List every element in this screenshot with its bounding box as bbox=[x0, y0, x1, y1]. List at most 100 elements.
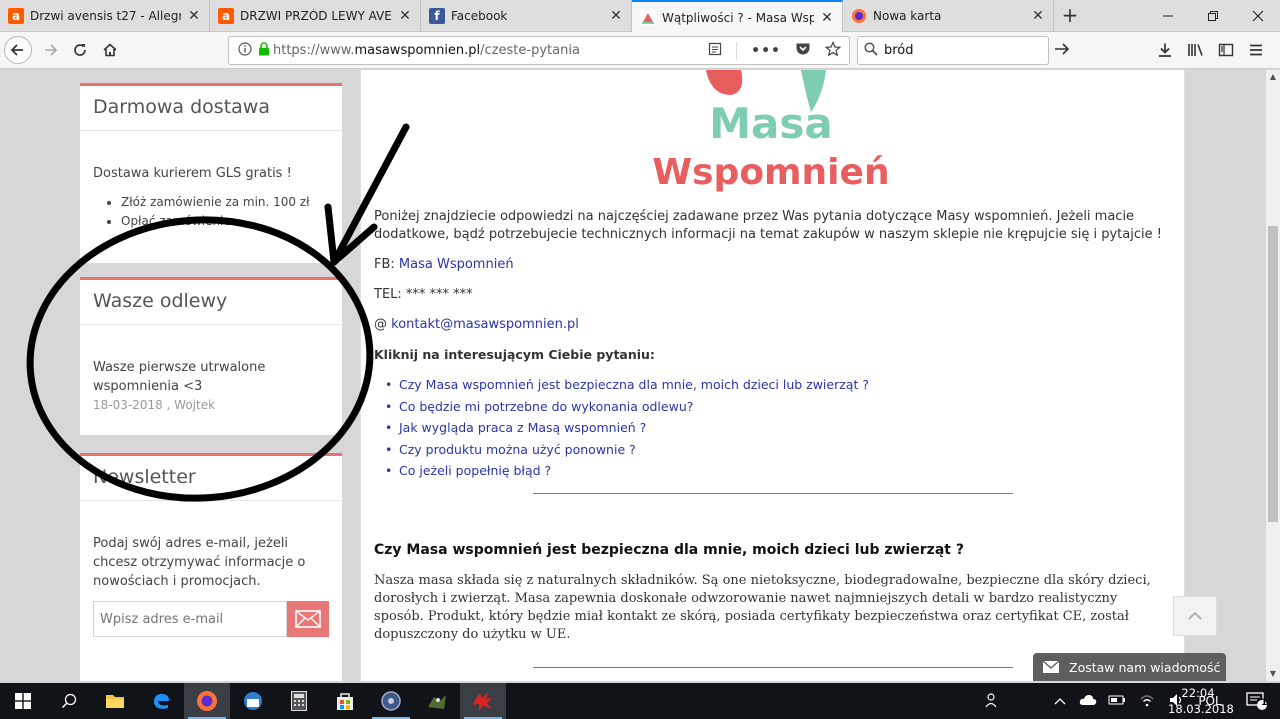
url-bar[interactable]: https://www.masawspomnien.pl/czeste-pyta… bbox=[228, 36, 850, 65]
chevron-up-icon[interactable] bbox=[1046, 694, 1074, 708]
close-icon[interactable]: ✕ bbox=[820, 10, 834, 26]
media-app-button[interactable] bbox=[368, 683, 414, 719]
url-text[interactable]: https://www.masawspomnien.pl/czeste-pyta… bbox=[273, 43, 708, 58]
store-button[interactable] bbox=[322, 683, 368, 719]
scroll-up-arrow-icon[interactable]: ▲ bbox=[1266, 70, 1280, 84]
tab-facebook[interactable]: f Facebook ✕ bbox=[421, 0, 632, 32]
list-item: Złóż zamówienie za min. 100 zł bbox=[121, 193, 329, 212]
bookmark-star-icon[interactable] bbox=[824, 40, 842, 61]
page-actions-icon[interactable]: ••• bbox=[751, 43, 781, 59]
faq-list: Czy Masa wspomnień jest bezpieczna dla m… bbox=[385, 374, 869, 482]
tab-label: Wątpliwości ? - Masa Wspomni bbox=[662, 10, 814, 25]
tab-label: Facebook bbox=[451, 9, 508, 23]
intro-paragraph: Poniżej znajdziecie odpowiedzi na najczę… bbox=[374, 209, 1162, 242]
contact-chat-button[interactable]: Zostaw nam wiadomość bbox=[1033, 653, 1226, 681]
close-icon[interactable]: ✕ bbox=[1031, 8, 1045, 24]
faq-link-safety[interactable]: Czy Masa wspomnień jest bezpieczna dla m… bbox=[399, 377, 869, 392]
envelope-icon bbox=[295, 610, 321, 628]
answer-paragraph: Nasza masa składa się z naturalnych skła… bbox=[374, 573, 1151, 642]
globe-mail-icon bbox=[244, 692, 262, 710]
newsletter-form bbox=[93, 601, 329, 637]
tab-masa-wspomnien[interactable]: Wątpliwości ? - Masa Wspomni ✕ bbox=[632, 0, 843, 33]
divider bbox=[533, 667, 1013, 668]
faq-link-reuse[interactable]: Czy produktu można użyć ponownie ? bbox=[399, 442, 636, 457]
taskbar-search-button[interactable] bbox=[46, 683, 92, 719]
list-item: Czy Masa wspomnień jest bezpieczna dla m… bbox=[385, 374, 869, 396]
edge-icon bbox=[154, 694, 169, 709]
file-explorer-button[interactable] bbox=[92, 683, 138, 719]
search-go-icon[interactable] bbox=[1054, 42, 1070, 60]
post-meta: 18-03-2018 , Wojtek bbox=[93, 398, 216, 412]
question-heading: Czy Masa wspomnień jest bezpieczna dla m… bbox=[374, 542, 964, 558]
email-line: @ kontakt@masawspomnien.pl bbox=[374, 316, 1169, 334]
at-sign: @ bbox=[374, 317, 387, 332]
calculator-button[interactable] bbox=[276, 683, 322, 719]
action-center-button[interactable]: 1 bbox=[1234, 683, 1280, 719]
email-field[interactable] bbox=[93, 601, 287, 637]
paint-app-button[interactable] bbox=[460, 683, 506, 719]
menu-button[interactable] bbox=[1242, 36, 1270, 64]
new-tab-button[interactable]: + bbox=[1058, 4, 1082, 28]
search-icon bbox=[864, 41, 878, 60]
main-content: Masa Wspomnień Poniżej znajdziecie odpow… bbox=[360, 70, 1185, 681]
vertical-scrollbar[interactable]: ▲ ▼ bbox=[1266, 70, 1280, 681]
calculator-icon bbox=[291, 691, 307, 711]
restore-button[interactable] bbox=[1190, 0, 1235, 32]
newsletter-submit-button[interactable] bbox=[287, 601, 329, 637]
chevron-up-icon bbox=[1188, 611, 1202, 620]
post-title-link[interactable]: Wasze pierwsze utrwalone wspomnienia <3 bbox=[93, 358, 273, 396]
close-icon[interactable]: ✕ bbox=[398, 8, 412, 24]
scrollbar-thumb[interactable] bbox=[1268, 226, 1278, 522]
sidebar-toggle-button[interactable] bbox=[1212, 36, 1240, 64]
cloud-icon[interactable] bbox=[1074, 694, 1102, 709]
library-button[interactable] bbox=[1182, 36, 1210, 64]
search-input[interactable] bbox=[884, 43, 1054, 58]
widget-title: Darmowa dostawa bbox=[80, 86, 342, 131]
logo-line-1: Masa bbox=[709, 99, 832, 148]
masa-wspomnien-logo[interactable]: Masa Wspomnień bbox=[651, 70, 891, 192]
downloads-button[interactable] bbox=[1151, 36, 1179, 64]
reload-button[interactable] bbox=[66, 36, 94, 64]
home-button[interactable] bbox=[96, 36, 124, 64]
list-item: Co jeżeli popełnię błąd ? bbox=[385, 460, 869, 482]
search-bar[interactable] bbox=[857, 36, 1070, 65]
battery-icon[interactable] bbox=[1102, 694, 1132, 709]
people-icon[interactable] bbox=[980, 692, 1006, 711]
back-button[interactable] bbox=[4, 36, 32, 64]
wifi-icon[interactable] bbox=[1132, 693, 1162, 710]
tab-strip: a Drzwi avensis t27 - Allegro.pl - ✕ a D… bbox=[0, 0, 1280, 33]
faq-link-mistake[interactable]: Co jeżeli popełnię błąd ? bbox=[399, 463, 551, 478]
scroll-down-arrow-icon[interactable]: ▼ bbox=[1266, 667, 1280, 681]
mail-app-button[interactable] bbox=[230, 683, 276, 719]
email-link[interactable]: kontakt@masawspomnien.pl bbox=[391, 317, 579, 332]
close-icon[interactable]: ✕ bbox=[609, 8, 623, 24]
facebook-icon: f bbox=[429, 8, 445, 24]
scroll-to-top-button[interactable] bbox=[1173, 596, 1217, 636]
url-prefix: https://www. bbox=[273, 43, 355, 58]
tab-allegro-2[interactable]: a DRZWI PRZÓD LEWY AVENSIS ✕ bbox=[210, 0, 421, 32]
reader-view-icon[interactable] bbox=[708, 42, 722, 60]
allegro-icon: a bbox=[218, 8, 234, 24]
game-character-icon bbox=[428, 695, 446, 709]
faq-link-work[interactable]: Jak wygląda praca z Masą wspomnień ? bbox=[399, 420, 646, 435]
list-item: Jak wygląda praca z Masą wspomnień ? bbox=[385, 417, 869, 439]
tab-allegro-1[interactable]: a Drzwi avensis t27 - Allegro.pl - ✕ bbox=[0, 0, 210, 32]
info-icon[interactable] bbox=[238, 41, 252, 60]
tab-new[interactable]: Nowa karta ✕ bbox=[843, 0, 1054, 32]
edge-button[interactable] bbox=[138, 683, 184, 719]
firefox-button[interactable] bbox=[184, 683, 230, 719]
lock-icon[interactable] bbox=[258, 41, 270, 60]
close-window-button[interactable] bbox=[1235, 0, 1280, 32]
faq-link-needs[interactable]: Co będzie mi potrzebne do wykonania odle… bbox=[399, 399, 693, 414]
minimize-button[interactable] bbox=[1145, 0, 1190, 32]
pocket-icon[interactable] bbox=[795, 42, 811, 60]
facebook-link[interactable]: Masa Wspomnień bbox=[399, 257, 514, 272]
close-icon[interactable]: ✕ bbox=[187, 8, 201, 24]
start-button[interactable] bbox=[0, 683, 46, 719]
tab-label: Drzwi avensis t27 - Allegro.pl - bbox=[30, 9, 181, 23]
faq-prompt: Kliknij na interesującym Ciebie pytaniu: bbox=[374, 347, 655, 362]
forward-button[interactable] bbox=[36, 36, 64, 64]
divider bbox=[533, 493, 1013, 494]
game-app-button[interactable] bbox=[414, 683, 460, 719]
clock[interactable]: 22:04 18.03.2018 bbox=[1168, 685, 1234, 717]
